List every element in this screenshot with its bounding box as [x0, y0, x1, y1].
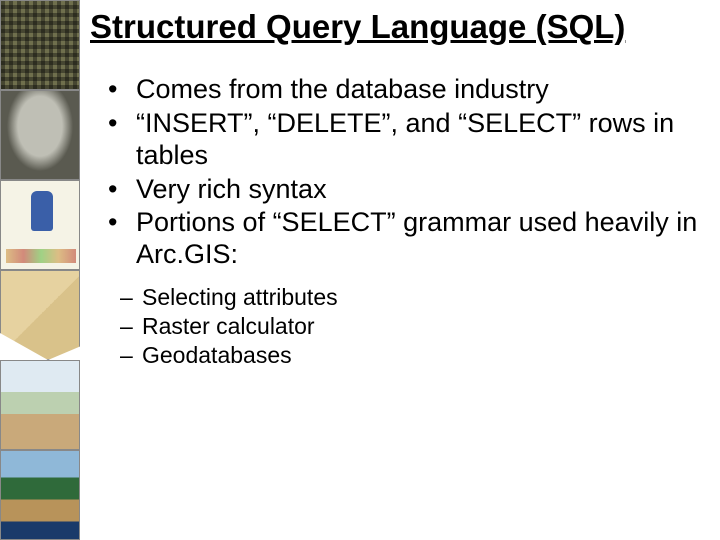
sub-bullet-list: Selecting attributes Raster calculator G…: [90, 283, 710, 369]
bullet-item: “INSERT”, “DELETE”, and “SELECT” rows in…: [108, 108, 710, 172]
slide-content: Structured Query Language (SQL) Comes fr…: [90, 0, 710, 369]
relief-map-thumb: [0, 360, 80, 450]
slide-title: Structured Query Language (SQL): [90, 8, 710, 46]
sub-bullet-item: Geodatabases: [120, 341, 710, 370]
medieval-map-thumb: [0, 180, 80, 270]
sub-bullet-item: Raster calculator: [120, 312, 710, 341]
sub-bullet-item: Selecting attributes: [120, 283, 710, 312]
parchment-map-thumb: [0, 270, 80, 360]
stone-tablet-thumb: [0, 90, 80, 180]
sidebar-thumbnail-strip: [0, 0, 80, 540]
bullet-item: Portions of “SELECT” grammar used heavil…: [108, 207, 710, 271]
bullet-list: Comes from the database industry “INSERT…: [90, 74, 710, 271]
globe-americas-thumb: [0, 450, 80, 540]
grid-pattern-thumb: [0, 0, 80, 90]
bullet-item: Very rich syntax: [108, 174, 710, 206]
bullet-item: Comes from the database industry: [108, 74, 710, 106]
